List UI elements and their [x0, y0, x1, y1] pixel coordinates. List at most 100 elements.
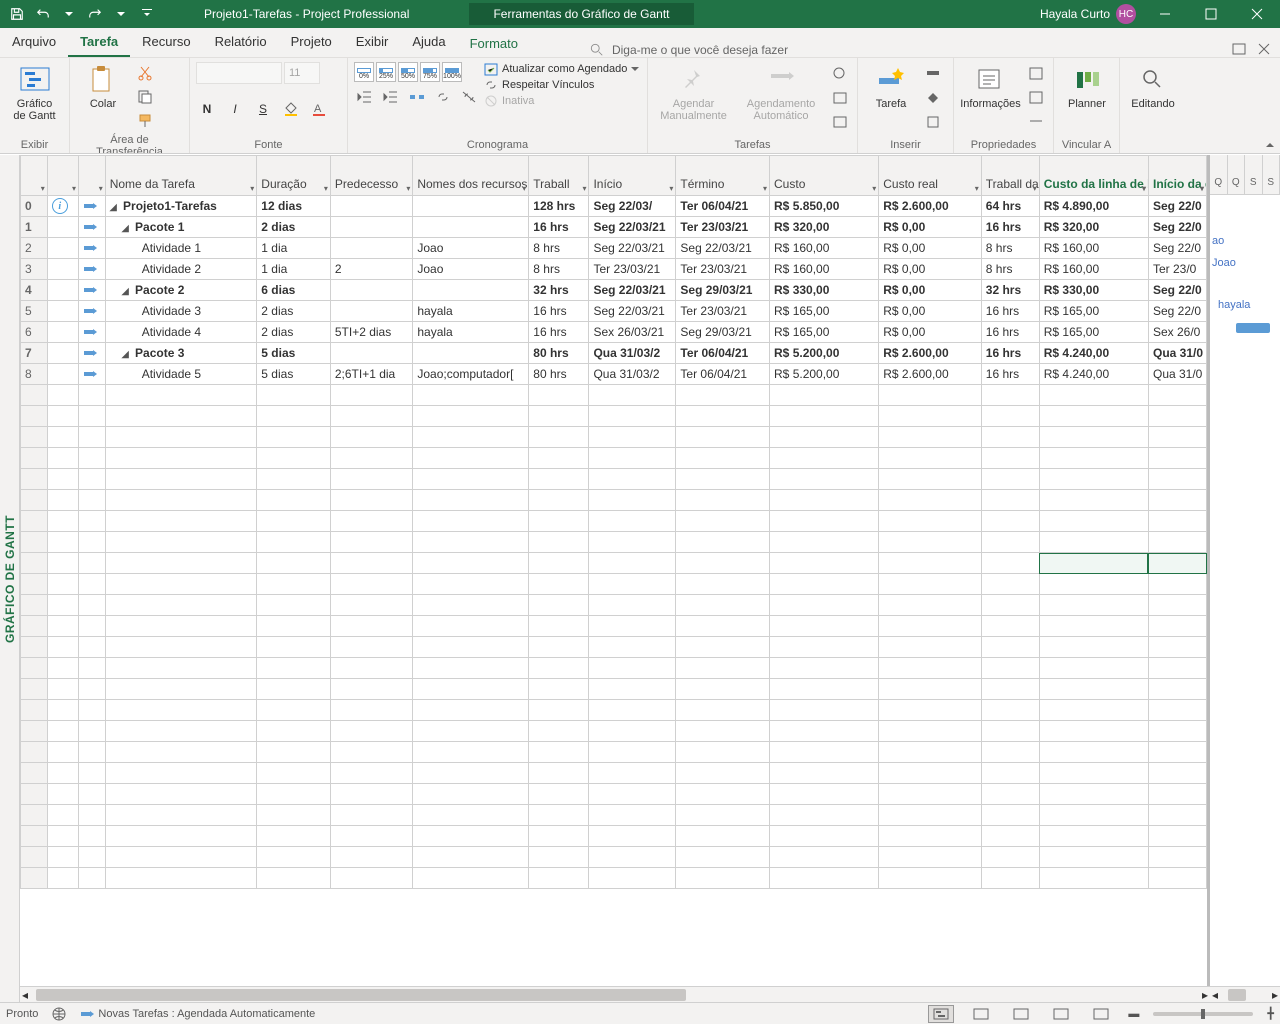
cell-start[interactable]: Seg 22/03/21: [589, 238, 676, 259]
zoom-slider[interactable]: [1153, 1012, 1253, 1016]
details-icon[interactable]: [1025, 86, 1047, 108]
task-name-cell[interactable]: ◢ Projeto1-Tarefas: [105, 196, 257, 217]
cell-start[interactable]: Sex 26/03/21: [589, 322, 676, 343]
cell-cost[interactable]: R$ 160,00: [770, 259, 879, 280]
task-mode-cell[interactable]: [78, 259, 105, 280]
zoom-in-icon[interactable]: ╋: [1267, 1007, 1274, 1020]
update-as-scheduled-button[interactable]: Atualizar como Agendado: [484, 62, 639, 76]
row-number[interactable]: 4: [21, 280, 48, 301]
cell-basework[interactable]: 16 hrs: [981, 364, 1039, 385]
task-sheet[interactable]: ▾▾▾Nome da Tarefa▾Duração▾Predecesso▾Nom…: [20, 155, 1210, 986]
cell-basework[interactable]: 8 hrs: [981, 238, 1039, 259]
gantt-view-icon[interactable]: [928, 1005, 954, 1023]
cell-pred[interactable]: [330, 238, 412, 259]
font-family-box[interactable]: [196, 62, 282, 84]
cell-realcost[interactable]: R$ 0,00: [879, 322, 982, 343]
cell-res[interactable]: [413, 217, 529, 238]
outdent-icon[interactable]: [354, 86, 376, 108]
sheet-horizontal-scrollbar[interactable]: ◂ ▸: [20, 986, 1210, 1002]
column-basework[interactable]: Traball da linha▾: [981, 156, 1039, 196]
column-mode[interactable]: ▾: [78, 156, 105, 196]
column-basestart[interactable]: Início da de Base▾: [1148, 156, 1206, 196]
cell-start[interactable]: Seg 22/03/: [589, 196, 676, 217]
cell-start[interactable]: Seg 22/03/21: [589, 301, 676, 322]
task-mode-cell[interactable]: [78, 322, 105, 343]
progress-0%-button[interactable]: 0%: [354, 62, 374, 82]
cell-cost[interactable]: R$ 5.200,00: [770, 364, 879, 385]
cell-basework[interactable]: 8 hrs: [981, 259, 1039, 280]
cell-basestart[interactable]: Seg 22/0: [1148, 238, 1206, 259]
cell-work[interactable]: 80 hrs: [529, 343, 589, 364]
column-cost[interactable]: Custo▾: [770, 156, 879, 196]
cell-basework[interactable]: 64 hrs: [981, 196, 1039, 217]
tab-recurso[interactable]: Recurso: [130, 30, 202, 57]
cell-basecost[interactable]: R$ 165,00: [1039, 322, 1148, 343]
cell-cost[interactable]: R$ 330,00: [770, 280, 879, 301]
cell-start[interactable]: Qua 31/03/2: [589, 343, 676, 364]
cell-basecost[interactable]: R$ 165,00: [1039, 301, 1148, 322]
cell-basework[interactable]: 16 hrs: [981, 343, 1039, 364]
task-mode-cell[interactable]: [78, 217, 105, 238]
notes-icon[interactable]: [1025, 62, 1047, 84]
cell-basecost[interactable]: R$ 4.240,00: [1039, 343, 1148, 364]
task-mode-cell[interactable]: [78, 196, 105, 217]
task-mode-cell[interactable]: [78, 238, 105, 259]
cell-res[interactable]: [413, 280, 529, 301]
row-number[interactable]: 6: [21, 322, 48, 343]
report-view-icon[interactable]: [1088, 1005, 1114, 1023]
cell-work[interactable]: 32 hrs: [529, 280, 589, 301]
zoom-out-icon[interactable]: ▬: [1128, 1008, 1139, 1020]
progress-100%-button[interactable]: 100%: [442, 62, 462, 82]
cell-cost[interactable]: R$ 5.850,00: [770, 196, 879, 217]
column-pred[interactable]: Predecesso▾: [330, 156, 412, 196]
cell-cost[interactable]: R$ 165,00: [770, 301, 879, 322]
font-color-icon[interactable]: A: [308, 98, 330, 120]
fill-color-icon[interactable]: [280, 98, 302, 120]
cell-finish[interactable]: Ter 06/04/21: [676, 364, 770, 385]
cell-work[interactable]: 80 hrs: [529, 364, 589, 385]
cell-res[interactable]: Joao: [413, 259, 529, 280]
tell-me-box[interactable]: Diga-me o que você deseja fazer: [530, 43, 1232, 57]
cell-work[interactable]: 8 hrs: [529, 238, 589, 259]
cell-work[interactable]: 16 hrs: [529, 301, 589, 322]
tab-relatório[interactable]: Relatório: [203, 30, 279, 57]
new-tasks-mode[interactable]: Novas Tarefas : Agendada Automaticamente: [80, 1008, 315, 1020]
task-name-cell[interactable]: ◢ Pacote 1: [105, 217, 257, 238]
cell-realcost[interactable]: R$ 0,00: [879, 259, 982, 280]
cell-basestart[interactable]: Ter 23/0: [1148, 259, 1206, 280]
column-start[interactable]: Início▾: [589, 156, 676, 196]
cell-dur[interactable]: 1 dia: [257, 259, 331, 280]
task-name-cell[interactable]: Atividade 5: [105, 364, 257, 385]
user-avatar[interactable]: HC: [1116, 4, 1136, 24]
cell-realcost[interactable]: R$ 2.600,00: [879, 343, 982, 364]
cell-dur[interactable]: 2 dias: [257, 322, 331, 343]
save-icon[interactable]: [6, 3, 28, 25]
cell-pred[interactable]: [330, 301, 412, 322]
paste-button[interactable]: Colar: [76, 62, 130, 112]
cell-res[interactable]: hayala: [413, 301, 529, 322]
cell-basecost[interactable]: R$ 160,00: [1039, 238, 1148, 259]
cell-basework[interactable]: 16 hrs: [981, 301, 1039, 322]
tab-exibir[interactable]: Exibir: [344, 30, 401, 57]
column-rownum[interactable]: ▾: [21, 156, 48, 196]
cell-finish[interactable]: Seg 29/03/21: [676, 322, 770, 343]
cell-work[interactable]: 128 hrs: [529, 196, 589, 217]
gantt-chart-pane[interactable]: QQSS aoJoaohayala: [1210, 155, 1280, 986]
task-mode-cell[interactable]: [78, 301, 105, 322]
cell-realcost[interactable]: R$ 0,00: [879, 217, 982, 238]
column-name[interactable]: Nome da Tarefa▾: [105, 156, 257, 196]
undo-icon[interactable]: [32, 3, 54, 25]
cell-work[interactable]: 8 hrs: [529, 259, 589, 280]
cell-finish[interactable]: Seg 29/03/21: [676, 280, 770, 301]
underline-icon[interactable]: S: [252, 98, 274, 120]
cell-dur[interactable]: 5 dias: [257, 343, 331, 364]
team-planner-view-icon[interactable]: [1008, 1005, 1034, 1023]
cell-basestart[interactable]: Seg 22/0: [1148, 196, 1206, 217]
cell-start[interactable]: Qua 31/03/2: [589, 364, 676, 385]
timeline-icon[interactable]: [1025, 110, 1047, 132]
cell-cost[interactable]: R$ 165,00: [770, 322, 879, 343]
move-task-icon[interactable]: [829, 86, 851, 108]
cell-dur[interactable]: 12 dias: [257, 196, 331, 217]
cell-basecost[interactable]: R$ 160,00: [1039, 259, 1148, 280]
row-number[interactable]: 8: [21, 364, 48, 385]
